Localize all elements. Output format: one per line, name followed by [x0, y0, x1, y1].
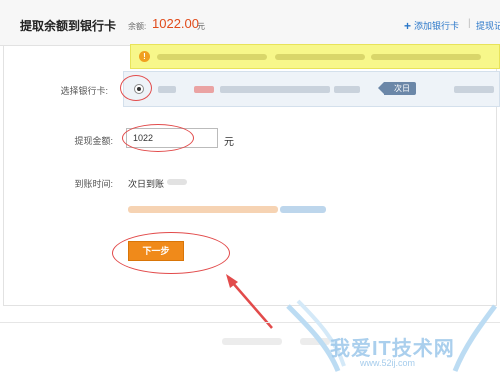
blurred-bank-logo — [194, 86, 214, 93]
page-header: 提取余额到银行卡 余额: 1022.00 元 + 添加银行卡 | 提现记 — [0, 0, 500, 46]
blurred-card-info — [454, 86, 494, 93]
withdraw-record-link[interactable]: 提现记 — [476, 19, 500, 32]
annotation-circle-button — [112, 232, 230, 274]
blurred-footer — [300, 338, 330, 345]
arrival-time-value: 次日到账 — [128, 179, 165, 189]
watermark-text: 我爱IT技术网 — [330, 338, 455, 360]
blurred-text — [167, 179, 187, 185]
warning-icon: ! — [139, 51, 150, 62]
annotation-circle-radio — [120, 75, 152, 101]
footer-divider — [0, 322, 500, 323]
header-separator: | — [468, 18, 471, 29]
arrival-tag: 次日 — [378, 82, 416, 95]
bank-card-option[interactable]: 次日 — [123, 71, 500, 107]
blurred-text — [275, 54, 365, 60]
blurred-text — [157, 54, 267, 60]
amount-label: 提现金额: — [74, 136, 113, 146]
blurred-tip — [280, 206, 326, 213]
blurred-footer — [222, 338, 282, 345]
plus-icon: + — [404, 19, 412, 33]
watermark-url: www.52ij.com — [360, 358, 416, 368]
add-bank-card-link[interactable]: + 添加银行卡 — [404, 19, 459, 33]
amount-unit: 元 — [224, 137, 234, 148]
blurred-card-number — [220, 86, 330, 93]
balance-label: 余额: — [128, 22, 147, 31]
notice-bar: ! — [130, 44, 500, 69]
blurred-tip — [128, 206, 278, 213]
arrival-time-label: 到账时间: — [74, 179, 113, 189]
blurred-card-info — [158, 86, 176, 93]
blurred-text — [371, 54, 481, 60]
add-bank-card-label: 添加银行卡 — [414, 21, 460, 31]
blurred-card-info — [334, 86, 360, 93]
balance-unit: 元 — [197, 22, 205, 31]
balance-value: 1022.00 — [152, 16, 199, 31]
select-card-label: 选择银行卡: — [60, 86, 108, 96]
page-title: 提取余额到银行卡 — [20, 19, 117, 33]
annotation-circle-amount — [122, 124, 194, 152]
